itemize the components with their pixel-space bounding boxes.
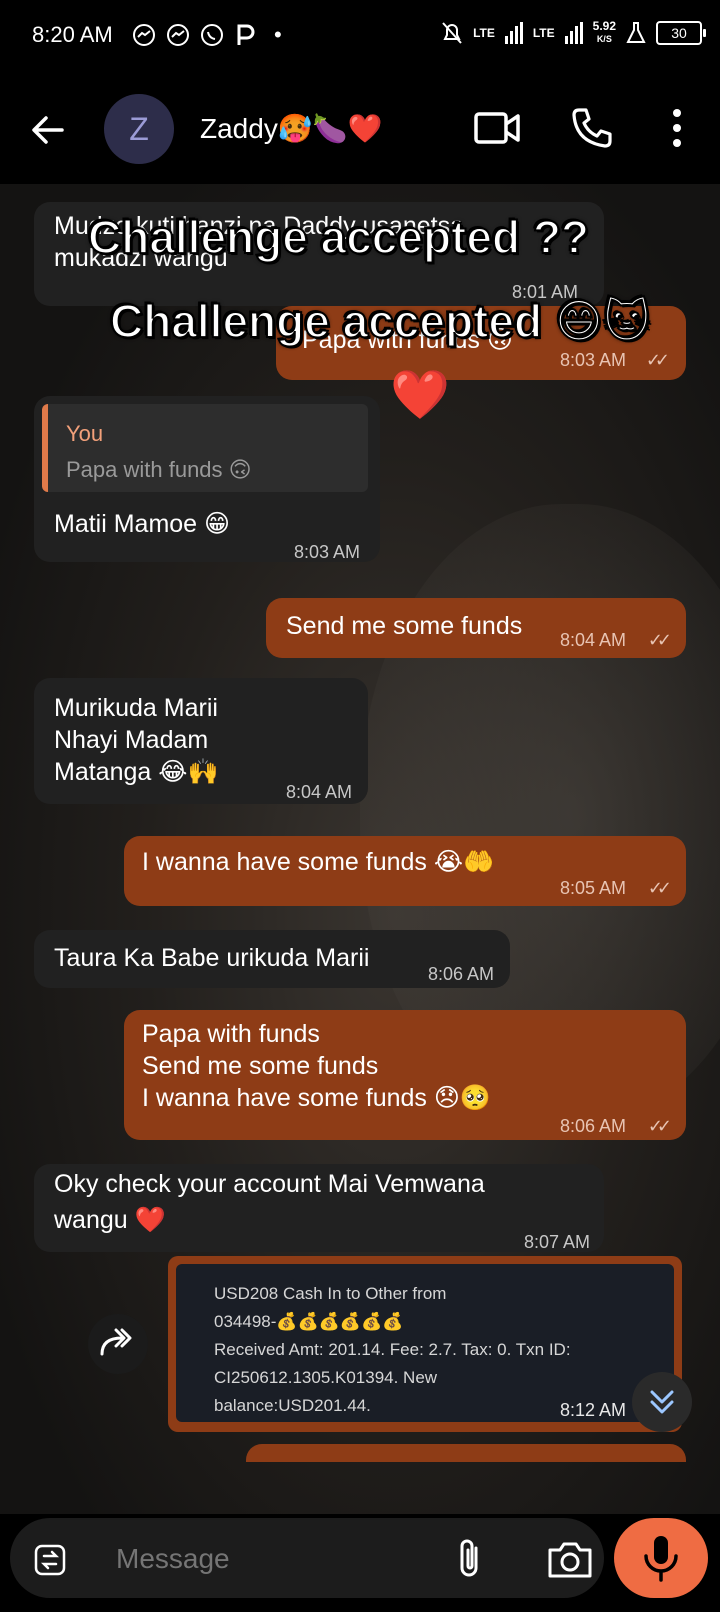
p-app-icon — [237, 24, 255, 45]
signal-icon — [504, 21, 523, 44]
paperclip-icon[interactable] — [450, 1536, 490, 1582]
forward-button[interactable] — [88, 1314, 148, 1374]
more-notifications-dot: • — [274, 22, 282, 47]
speed-unit: K/S — [596, 34, 612, 44]
message-incoming[interactable]: Taura Ka Babe urikuda Marii 8:06 AM — [34, 930, 510, 988]
forward-icon — [100, 1328, 132, 1356]
overlay-caption: Challenge accepted ?? — [87, 210, 590, 264]
message-text: Send me some funds — [286, 612, 523, 640]
lte-label: LTE — [473, 25, 495, 40]
swap-icon[interactable] — [30, 1540, 70, 1580]
message-input[interactable] — [114, 1542, 418, 1576]
message-time: 8:12 AM — [559, 1400, 626, 1420]
message-incoming[interactable]: Murikuda Marii Nhayi Madam Matanga 😂🙌 8:… — [34, 678, 368, 804]
speed-value: 5.92 — [592, 19, 616, 33]
chat-area[interactable]: Mudzo kuti hanzi na Daddy usanetsa mukad… — [0, 184, 720, 1514]
message-time: 8:03 AM — [293, 542, 360, 562]
read-receipt-icon: ✓✓ — [647, 878, 672, 898]
read-receipt-icon: ✓✓ — [645, 350, 670, 370]
message-outgoing[interactable]: Send me some funds 8:04 AM ✓✓ — [266, 598, 686, 658]
message-input-bar — [0, 1514, 720, 1612]
reply-text: Papa with funds 🙃 — [66, 457, 252, 482]
overlay-caption: Challenge accepted 😄🐱 — [109, 294, 652, 348]
more-vert-icon[interactable] — [664, 106, 690, 150]
receipt-screenshot[interactable]: USD208 Cash In to Other from 034498-💰💰💰💰… — [176, 1264, 674, 1422]
message-time: 8:03 AM — [559, 350, 626, 370]
back-arrow-icon[interactable] — [28, 110, 68, 150]
message-text: Taura Ka Babe urikuda Marii — [54, 944, 370, 972]
status-bar: 8:20 AM • LTE LTE 5.92 K/S 30 — [0, 0, 720, 72]
camera-icon[interactable] — [546, 1538, 594, 1580]
status-time: 8:20 AM — [32, 22, 113, 47]
reply-author: You — [66, 421, 104, 446]
message-time: 8:04 AM — [559, 630, 626, 650]
reply-quote[interactable]: You Papa with funds 🙃 — [42, 404, 368, 492]
message-text: Papa with funds Send me some funds I wan… — [142, 1020, 492, 1112]
notification-icons: • — [132, 22, 282, 48]
mute-icon — [442, 21, 462, 44]
message-time: 8:04 AM — [285, 782, 352, 802]
lte-label-2: LTE — [532, 25, 555, 40]
message-outgoing[interactable]: Papa with funds Send me some funds I wan… — [124, 1010, 686, 1140]
double-chevron-down-icon — [650, 1390, 674, 1414]
messenger-icon — [133, 24, 155, 46]
chat-header: Z Zaddy🥵🍆❤️ — [0, 72, 720, 184]
video-call-icon[interactable] — [474, 108, 520, 148]
signal-icon — [564, 21, 583, 44]
read-receipt-icon: ✓✓ — [647, 1116, 672, 1136]
heart-emoji: ❤️ — [390, 369, 450, 422]
read-receipt-icon: ✓✓ — [647, 630, 672, 650]
status-right: LTE LTE 5.92 K/S 30 — [441, 20, 706, 45]
receipt-text: USD208 Cash In to Other from 034498-💰💰💰💰… — [214, 1284, 571, 1415]
message-outgoing-image[interactable]: USD208 Cash In to Other from 034498-💰💰💰💰… — [168, 1256, 682, 1432]
whatsapp-icon — [201, 24, 223, 46]
flask-icon — [626, 21, 646, 43]
message-incoming[interactable]: Oky check your account Mai Vemwana wangu… — [34, 1164, 604, 1252]
message-incoming-reply[interactable]: You Papa with funds 🙃 Matii Mamoe 😁 8:03… — [34, 396, 380, 562]
message-text: Matii Mamoe 😁 — [54, 510, 231, 538]
next-message-partial — [246, 1444, 686, 1462]
network-speed: 5.92 K/S — [593, 20, 616, 45]
input-pill — [10, 1518, 604, 1598]
battery-icon: 30 — [656, 20, 706, 45]
message-time: 8:05 AM — [559, 878, 626, 898]
message-time: 8:06 AM — [559, 1116, 626, 1136]
phone-icon[interactable] — [570, 106, 614, 150]
messenger-icon — [167, 24, 189, 46]
message-text: Murikuda Marii Nhayi Madam Matanga 😂🙌 — [54, 694, 219, 786]
message-text: I wanna have some funds 😭🤲 — [142, 848, 495, 876]
message-time: 8:06 AM — [427, 964, 494, 984]
message-outgoing[interactable]: I wanna have some funds 😭🤲 8:05 AM ✓✓ — [124, 836, 686, 906]
avatar[interactable]: Z — [104, 94, 174, 164]
mic-button[interactable] — [614, 1518, 708, 1598]
message-text: Oky check your account Mai Vemwana wangu… — [54, 1170, 485, 1234]
scroll-to-bottom-button[interactable] — [632, 1372, 692, 1432]
mic-icon — [644, 1536, 678, 1582]
message-time: 8:07 AM — [523, 1232, 590, 1252]
contact-name[interactable]: Zaddy🥵🍆❤️ — [200, 112, 382, 145]
